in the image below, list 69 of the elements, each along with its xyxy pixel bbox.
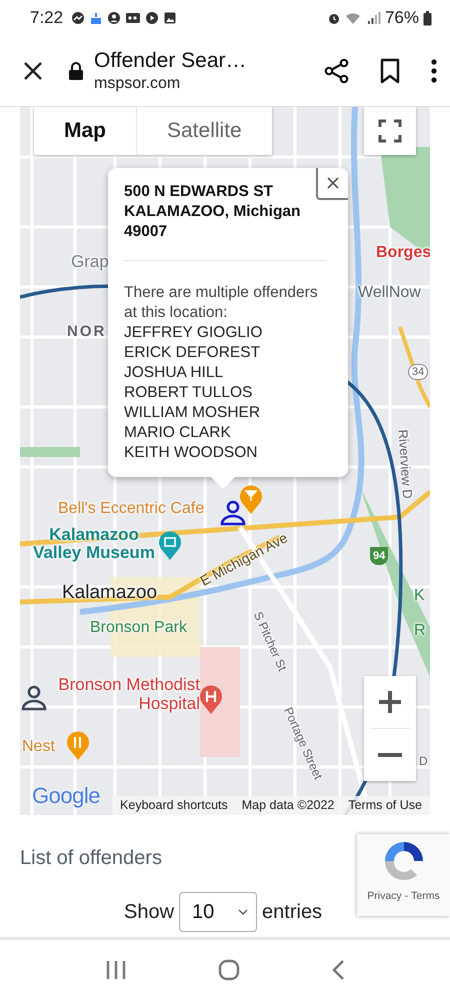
offender-name[interactable]: JEFFREY GIOGLIO [124, 323, 330, 343]
account-icon [107, 11, 122, 25]
offender-name[interactable]: MARIO CLARK [124, 423, 330, 443]
cake-icon [89, 11, 104, 25]
more-menu-icon[interactable] [430, 58, 438, 84]
plus-icon [378, 690, 402, 714]
offender-name[interactable]: KEITH WOODSON [124, 443, 330, 463]
place-label: Borges [376, 244, 430, 262]
hospital-pin-icon[interactable] [199, 685, 223, 715]
area-label: Grap [71, 253, 109, 272]
offender-name[interactable]: JOSHUA HILL [124, 363, 330, 383]
fullscreen-icon [378, 119, 402, 143]
address-text: 500 N EDWARDS ST KALAMAZOO, Michigan 49007 [124, 182, 302, 242]
zoom-in-button[interactable] [364, 676, 416, 728]
place-label: WellNow [358, 284, 421, 302]
offender-name[interactable]: ERICK DEFOREST [124, 343, 330, 363]
image-icon [163, 11, 178, 25]
alarm-icon [326, 11, 341, 25]
place-label: Nest [22, 738, 55, 756]
person-marker-icon[interactable] [20, 684, 48, 712]
museum-pin-icon[interactable] [158, 531, 182, 561]
offender-name[interactable]: WILLIAM MOSHER [124, 403, 330, 423]
district-label: NOR [67, 324, 106, 340]
interstate-shield: 94 [370, 547, 388, 566]
place-label: K [414, 587, 425, 605]
close-button[interactable] [316, 168, 348, 200]
terms-link[interactable]: Terms [411, 890, 440, 902]
map-data-text: Map data ©2022 [242, 798, 334, 812]
wifi-icon [344, 11, 363, 25]
battery-percent: 76% [384, 8, 419, 28]
google-logo: Google [32, 783, 100, 809]
section-heading: List of offenders [20, 847, 162, 870]
map-type-tab[interactable]: Satellite [136, 107, 272, 155]
recent-apps-icon[interactable] [105, 960, 128, 980]
messenger-icon [71, 11, 86, 25]
page-size-dropdown[interactable]: 10 [179, 892, 258, 932]
share-icon[interactable] [324, 58, 350, 84]
show-label: Show [124, 900, 174, 924]
page-url: mspsor.com [94, 75, 182, 93]
lock-icon [68, 61, 84, 81]
privacy-link[interactable]: Privacy [367, 890, 402, 902]
info-message: There are multiple offenders at this location: [124, 283, 319, 323]
link-separator: - [404, 890, 408, 902]
bookmark-icon[interactable] [380, 58, 400, 84]
status-time: 7:22 [30, 8, 64, 28]
place-label: Bell's Eccentric Cafe [58, 500, 204, 518]
person-marker-icon[interactable] [219, 499, 247, 527]
place-label: R [414, 622, 426, 640]
signal-icon [366, 11, 381, 25]
street-label: D [419, 755, 428, 768]
keyboard-shortcuts-link[interactable]: Keyboard shortcuts [120, 798, 228, 812]
place-label: Bronson Methodist Hospital [57, 676, 200, 714]
place-label: Bronson Park [90, 619, 187, 637]
play-icon [145, 11, 160, 25]
close-icon[interactable] [22, 60, 44, 82]
page-title: Offender Sear… [94, 49, 248, 73]
terms-link[interactable]: Terms of Use [348, 798, 422, 812]
chevron-down-icon [238, 909, 248, 915]
entries-label: entries [262, 900, 322, 924]
battery-icon [423, 10, 432, 26]
offender-name[interactable]: ROBERT TULLOS [124, 383, 330, 403]
minus-icon [378, 752, 402, 758]
street-label: Riverview D [395, 429, 414, 500]
map-type-tab[interactable]: Map [34, 107, 136, 155]
back-icon[interactable] [330, 959, 345, 981]
zoom-out-button[interactable] [364, 729, 416, 781]
home-icon[interactable] [218, 959, 240, 981]
fullscreen-button[interactable] [364, 107, 416, 155]
close-icon [327, 177, 339, 189]
